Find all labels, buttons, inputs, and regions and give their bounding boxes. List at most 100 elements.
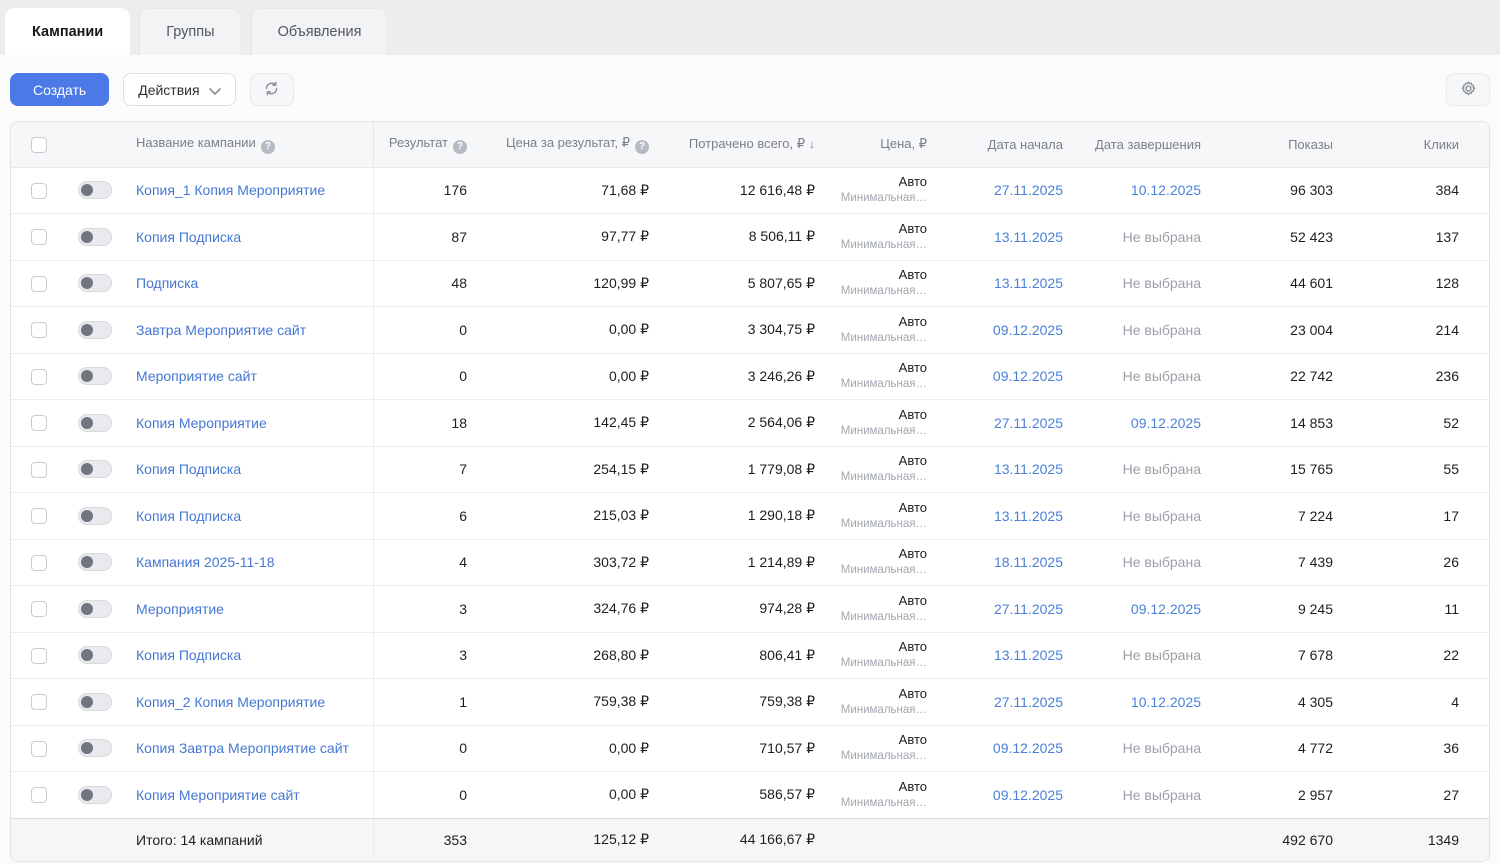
- campaign-name-link[interactable]: Копия Подписка: [136, 229, 241, 245]
- start-date-link[interactable]: 27.11.2025: [994, 601, 1063, 617]
- column-header-price[interactable]: Цена, ₽: [821, 122, 933, 168]
- row-checkbox[interactable]: [31, 461, 47, 478]
- end-date: Не выбрана: [1122, 321, 1201, 338]
- impressions-cell: 7 439: [1207, 539, 1339, 586]
- row-toggle[interactable]: [78, 506, 112, 525]
- table-row: Мероприятие 3 324,76 ₽ 974,28 ₽ Авто Мин…: [11, 585, 1489, 633]
- table-row: Копия Подписка 87 97,77 ₽ 8 506,11 ₽ Авт…: [11, 213, 1489, 261]
- campaign-name-link[interactable]: Мероприятие сайт: [136, 368, 257, 384]
- select-all-checkbox[interactable]: [31, 136, 47, 153]
- row-checkbox[interactable]: [31, 415, 47, 432]
- campaign-name-link[interactable]: Мероприятие: [136, 601, 224, 617]
- tab-groups[interactable]: Группы: [139, 8, 242, 55]
- row-toggle[interactable]: [78, 367, 112, 386]
- column-header-name[interactable]: Название кампании?: [123, 122, 374, 168]
- column-header-result[interactable]: Результат?: [373, 122, 473, 168]
- row-checkbox[interactable]: [31, 182, 47, 199]
- clicks-cell: 137: [1339, 213, 1489, 261]
- clicks-cell: 214: [1339, 306, 1489, 354]
- row-toggle[interactable]: [78, 274, 112, 293]
- row-toggle[interactable]: [78, 460, 112, 479]
- row-checkbox[interactable]: [31, 275, 47, 292]
- impressions-cell: 4 772: [1207, 725, 1339, 772]
- row-checkbox[interactable]: [31, 647, 47, 664]
- row-checkbox[interactable]: [31, 694, 47, 711]
- price-mode-label: Авто: [898, 406, 927, 422]
- start-date-link[interactable]: 13.11.2025: [994, 647, 1063, 663]
- price-cell: Авто Минимальная…: [821, 771, 933, 819]
- start-date-link[interactable]: 27.11.2025: [994, 182, 1063, 198]
- start-date-link[interactable]: 09.12.2025: [993, 740, 1063, 756]
- clicks-cell: 36: [1339, 725, 1489, 772]
- column-header-start-date[interactable]: Дата начала: [933, 122, 1069, 168]
- help-icon[interactable]: ?: [453, 139, 467, 154]
- row-checkbox[interactable]: [31, 740, 47, 757]
- refresh-button[interactable]: [249, 73, 294, 106]
- end-date: Не выбрана: [1122, 647, 1201, 664]
- row-toggle[interactable]: [78, 646, 112, 665]
- column-header-end-date[interactable]: Дата завершения: [1069, 122, 1207, 168]
- campaign-name-link[interactable]: Копия Мероприятие: [136, 415, 267, 431]
- campaign-name-link[interactable]: Завтра Мероприятие сайт: [136, 322, 306, 338]
- row-toggle[interactable]: [78, 553, 112, 572]
- row-checkbox[interactable]: [31, 508, 47, 525]
- start-date-link[interactable]: 27.11.2025: [994, 415, 1063, 431]
- impressions-cell: 7 224: [1207, 492, 1339, 540]
- row-toggle[interactable]: [78, 320, 112, 339]
- tab-campaigns[interactable]: Кампании: [5, 8, 131, 55]
- row-checkbox[interactable]: [31, 554, 47, 571]
- row-checkbox[interactable]: [31, 601, 47, 618]
- campaign-name-link[interactable]: Копия Подписка: [136, 461, 241, 477]
- start-date-link[interactable]: 09.12.2025: [993, 787, 1063, 803]
- row-toggle[interactable]: [78, 692, 112, 711]
- start-date-link[interactable]: 13.11.2025: [994, 275, 1063, 291]
- settings-button[interactable]: [1446, 73, 1490, 106]
- help-icon[interactable]: ?: [260, 139, 275, 154]
- start-date-link[interactable]: 13.11.2025: [994, 229, 1063, 245]
- row-toggle[interactable]: [78, 181, 112, 200]
- create-button[interactable]: Создать: [10, 73, 110, 106]
- row-toggle[interactable]: [78, 739, 112, 758]
- column-header-impressions[interactable]: Показы: [1207, 122, 1339, 168]
- row-checkbox[interactable]: [31, 368, 47, 385]
- row-toggle[interactable]: [78, 413, 112, 432]
- campaign-name-link[interactable]: Копия Мероприятие сайт: [136, 787, 300, 803]
- campaign-name-link[interactable]: Копия_2 Копия Мероприятие: [136, 694, 325, 710]
- campaign-name-link[interactable]: Копия Завтра Мероприятие сайт: [136, 740, 349, 756]
- row-toggle[interactable]: [78, 785, 112, 804]
- row-checkbox[interactable]: [31, 322, 47, 339]
- table-row: Копия Подписка 6 215,03 ₽ 1 290,18 ₽ Авт…: [11, 492, 1489, 540]
- clicks-cell: 4: [1339, 678, 1489, 726]
- column-header-spent[interactable]: Потрачено всего, ₽ ↓: [655, 122, 821, 168]
- row-checkbox[interactable]: [31, 787, 47, 804]
- start-date-link[interactable]: 13.11.2025: [994, 508, 1063, 524]
- actions-dropdown-button[interactable]: Действия: [123, 73, 236, 106]
- start-date-link[interactable]: 27.11.2025: [994, 694, 1063, 710]
- cost-per-result-cell: 71,68 ₽: [473, 167, 655, 214]
- row-toggle[interactable]: [78, 599, 112, 618]
- tab-ads[interactable]: Объявления: [250, 8, 389, 55]
- impressions-cell: 22 742: [1207, 353, 1339, 400]
- start-date-link[interactable]: 09.12.2025: [993, 368, 1063, 384]
- end-date[interactable]: 10.12.2025: [1131, 182, 1201, 198]
- start-date-link[interactable]: 09.12.2025: [993, 322, 1063, 338]
- end-date[interactable]: 09.12.2025: [1131, 601, 1201, 617]
- row-toggle[interactable]: [78, 227, 112, 246]
- campaign-name-link[interactable]: Подписка: [136, 275, 198, 291]
- help-icon[interactable]: ?: [635, 139, 649, 154]
- start-date-link[interactable]: 18.11.2025: [994, 554, 1063, 570]
- result-cell: 4: [373, 539, 473, 586]
- column-header-cost-per-result[interactable]: Цена за результат, ₽?: [473, 122, 655, 168]
- table-row: Копия_1 Копия Мероприятие 176 71,68 ₽ 12…: [11, 167, 1489, 214]
- end-date[interactable]: 09.12.2025: [1131, 415, 1201, 431]
- spent-cell: 3 246,26 ₽: [655, 353, 821, 400]
- campaign-name-link[interactable]: Кампания 2025-11-18: [136, 554, 275, 570]
- end-date[interactable]: 10.12.2025: [1131, 694, 1201, 710]
- spent-cell: 1 290,18 ₽: [655, 492, 821, 540]
- start-date-link[interactable]: 13.11.2025: [994, 461, 1063, 477]
- campaign-name-link[interactable]: Копия Подписка: [136, 508, 241, 524]
- campaign-name-link[interactable]: Копия_1 Копия Мероприятие: [136, 182, 325, 198]
- row-checkbox[interactable]: [31, 229, 47, 246]
- campaign-name-link[interactable]: Копия Подписка: [136, 647, 241, 663]
- column-header-clicks[interactable]: Клики: [1339, 122, 1489, 168]
